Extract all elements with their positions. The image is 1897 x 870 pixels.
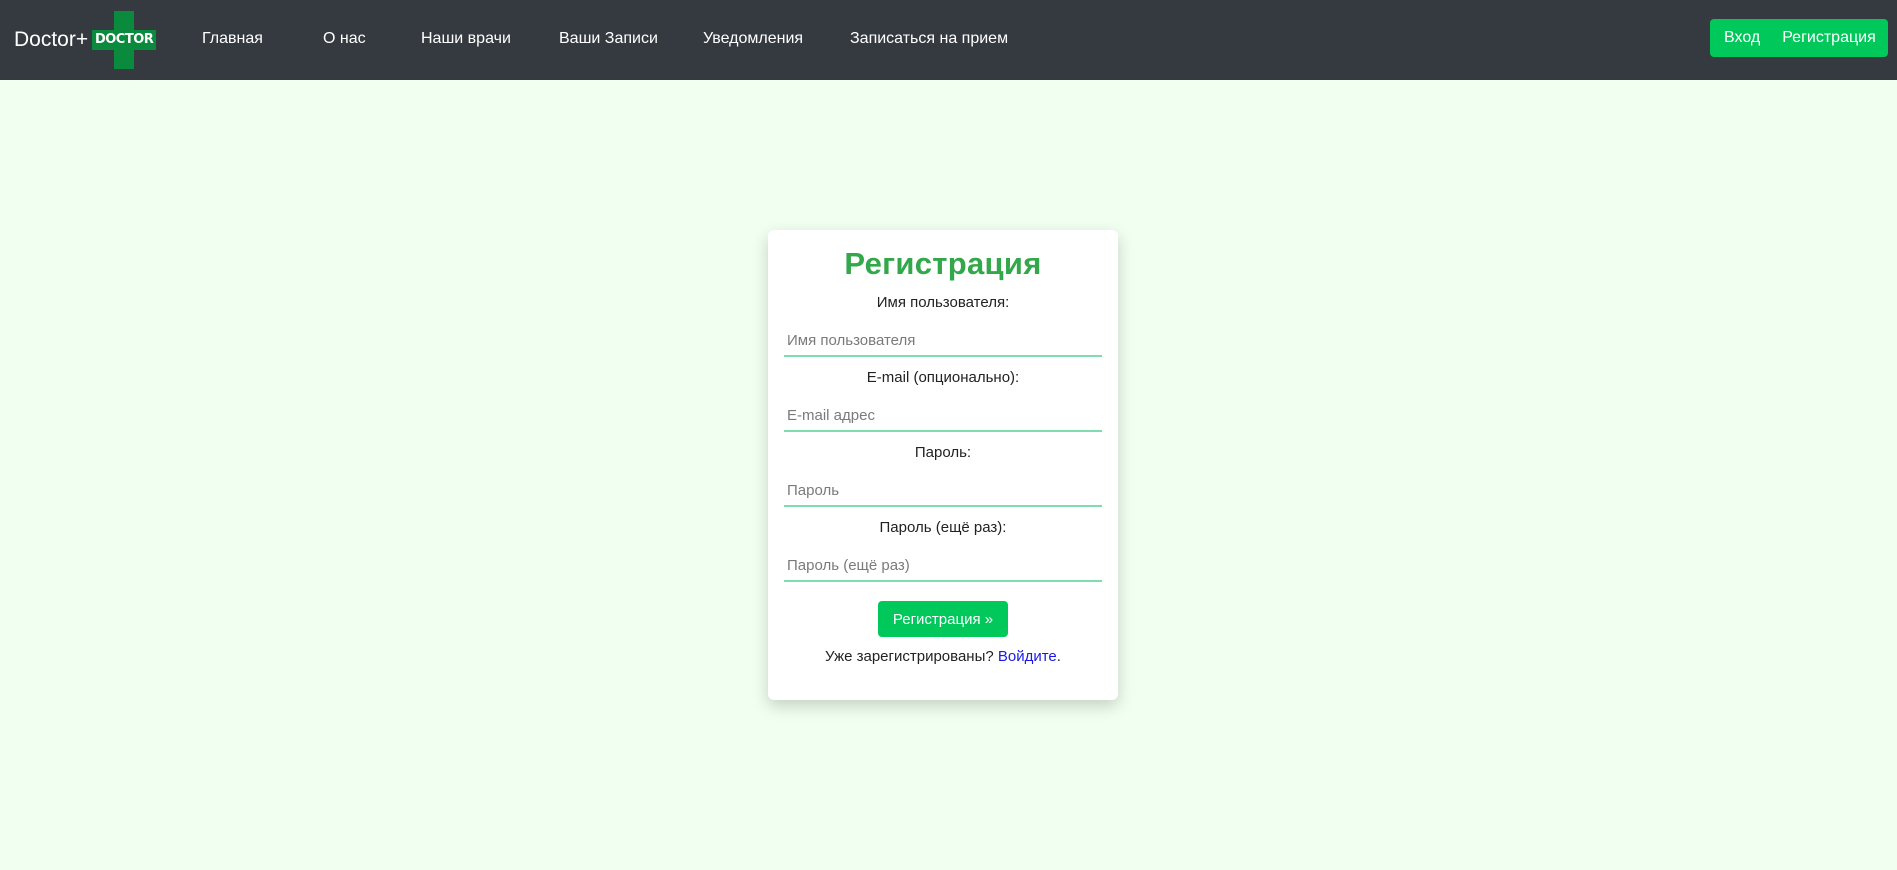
username-input[interactable] bbox=[784, 325, 1102, 357]
register-submit-button[interactable]: Регистрация » bbox=[878, 601, 1008, 637]
nav-link-book-appointment[interactable]: Записаться на прием bbox=[850, 0, 1008, 80]
top-navbar: Doctor+ DOCTOR Главная О нас Наши врачи … bbox=[0, 0, 1897, 80]
nav-link-about[interactable]: О нас bbox=[323, 0, 366, 80]
nav-link-appointments[interactable]: Ваши Записи bbox=[559, 0, 658, 80]
login-prompt: Уже зарегистрированы? Войдите. bbox=[768, 648, 1118, 665]
nav-link-home[interactable]: Главная bbox=[202, 0, 263, 80]
nav-link-notifications[interactable]: Уведомления bbox=[703, 0, 803, 80]
password-confirm-label: Пароль (ещё раз): bbox=[879, 519, 1007, 536]
password-input[interactable] bbox=[784, 475, 1102, 507]
email-label: E-mail (опционально): bbox=[866, 369, 1020, 386]
login-link[interactable]: Войдите bbox=[998, 648, 1057, 665]
auth-buttons: Вход Регистрация bbox=[1710, 19, 1888, 57]
password-label: Пароль: bbox=[914, 444, 972, 461]
already-registered-text: Уже зарегистрированы? bbox=[825, 648, 994, 665]
login-prompt-period: . bbox=[1056, 648, 1061, 665]
brand-name: Doctor+ bbox=[14, 28, 89, 51]
username-label: Имя пользователя: bbox=[876, 294, 1010, 311]
brand-home-link[interactable]: Doctor+ DOCTOR bbox=[14, 0, 157, 80]
password-confirm-input[interactable] bbox=[784, 550, 1102, 582]
register-button[interactable]: Регистрация bbox=[1782, 19, 1876, 57]
nav-link-doctors[interactable]: Наши врачи bbox=[421, 0, 511, 80]
login-button[interactable]: Вход bbox=[1710, 19, 1782, 57]
email-input[interactable] bbox=[784, 400, 1102, 432]
registration-card: Регистрация Имя пользователя: E-mail (оп… bbox=[768, 230, 1118, 700]
doctor-cross-logo-icon: DOCTOR bbox=[92, 11, 157, 69]
page-title: Регистрация bbox=[844, 246, 1042, 281]
logo-text: DOCTOR bbox=[94, 32, 154, 47]
